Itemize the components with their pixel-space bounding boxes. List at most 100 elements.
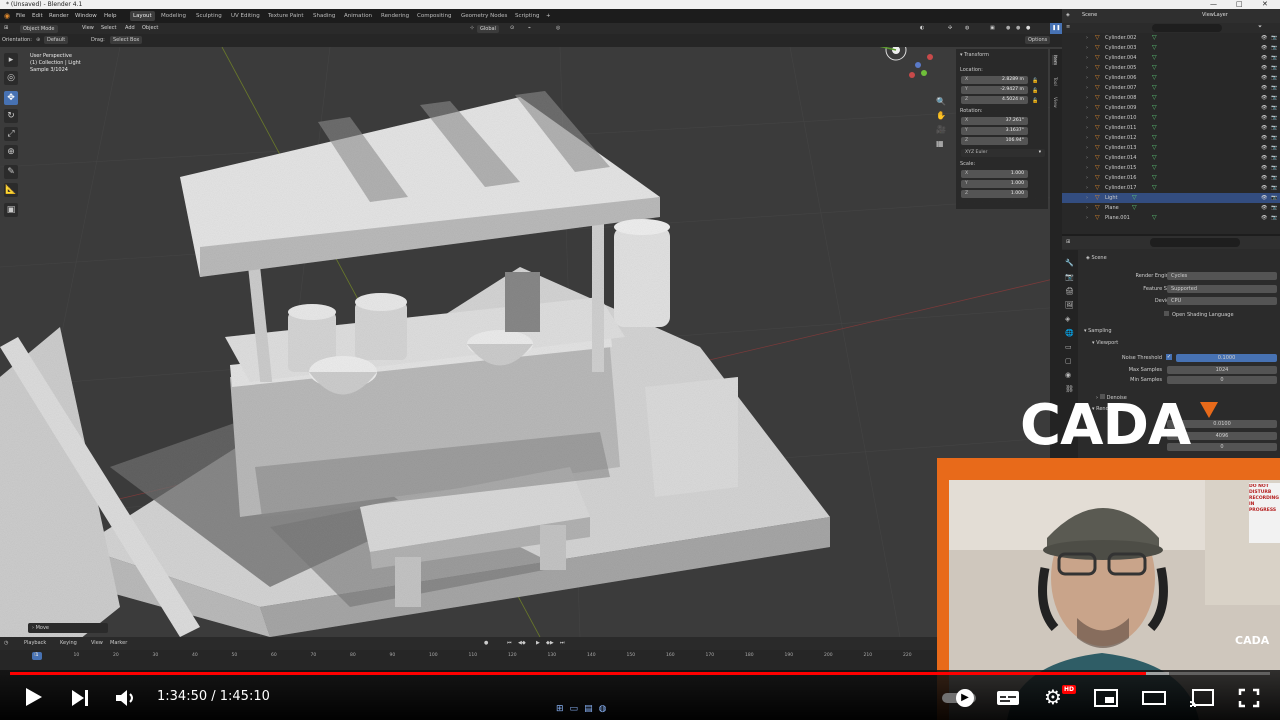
visibility-eye-icon[interactable]: 👁 xyxy=(1261,43,1267,53)
pivot-icon[interactable]: ⊙ xyxy=(510,23,514,34)
render-camera-icon[interactable]: 📷 xyxy=(1271,83,1277,93)
render-camera-icon[interactable]: 📷 xyxy=(1271,73,1277,83)
video-progress-bar[interactable] xyxy=(10,672,1270,675)
mesh-data-icon[interactable]: ▽ xyxy=(1152,73,1157,83)
outliner-row[interactable]: › ▽ Cylinder.003 ▽ 👁 📷 xyxy=(1062,43,1280,53)
collection-tab-icon[interactable]: ▭ xyxy=(1065,340,1074,354)
render-camera-icon[interactable]: 📷 xyxy=(1271,203,1277,213)
prev-keyframe-icon[interactable]: ◀◆ xyxy=(518,637,526,650)
workspace-tab-shading[interactable]: Shading xyxy=(310,11,338,21)
mesh-data-icon[interactable]: ▽ xyxy=(1152,183,1157,193)
expand-arrow-icon[interactable]: › xyxy=(1086,163,1088,173)
expand-arrow-icon[interactable]: › xyxy=(1086,133,1088,143)
noise-threshold-field[interactable]: 0.1000 xyxy=(1176,354,1277,362)
lock-icon[interactable]: 🔓 xyxy=(1032,96,1038,106)
world-tab-icon[interactable]: 🌐 xyxy=(1065,326,1074,340)
visibility-eye-icon[interactable]: 👁 xyxy=(1261,133,1267,143)
properties-search-input[interactable] xyxy=(1150,238,1240,247)
visibility-eye-icon[interactable]: 👁 xyxy=(1261,93,1267,103)
outliner-row[interactable]: › ▽ Cylinder.004 ▽ 👁 📷 xyxy=(1062,53,1280,63)
menu-view[interactable]: View xyxy=(82,23,94,34)
physics-tab-icon[interactable]: ◉ xyxy=(1065,368,1074,382)
location-z-field[interactable]: Z 4.5024 m xyxy=(961,96,1028,104)
mesh-data-icon[interactable]: ▽ xyxy=(1152,213,1157,223)
outliner-row[interactable]: › ▽ Cylinder.010 ▽ 👁 📷 xyxy=(1062,113,1280,123)
tool-tab-icon[interactable]: 🔧 xyxy=(1065,256,1074,270)
scale-x-field[interactable]: X 1.000 xyxy=(961,170,1028,178)
add-workspace-button[interactable]: + xyxy=(546,9,551,23)
camera-view-icon[interactable]: 🎥 xyxy=(936,123,946,137)
render-camera-icon[interactable]: 📷 xyxy=(1271,63,1277,73)
editor-type-icon[interactable]: ⊞ xyxy=(1066,239,1070,245)
render-camera-icon[interactable]: 📷 xyxy=(1271,93,1277,103)
menu-edit[interactable]: Edit xyxy=(32,9,43,23)
windows-start-icon[interactable]: ⊞ xyxy=(556,704,570,714)
timeline-menu-view[interactable]: View xyxy=(91,637,103,650)
record-icon[interactable]: ● xyxy=(484,637,488,650)
rotation-mode-dropdown[interactable]: XYZ Euler ▾ xyxy=(961,149,1045,157)
menu-add[interactable]: Add xyxy=(125,23,135,34)
visibility-eye-icon[interactable]: 👁 xyxy=(1261,173,1267,183)
jump-end-icon[interactable]: ⏭ xyxy=(560,637,565,650)
mesh-data-icon[interactable]: ▽ xyxy=(1152,63,1157,73)
proportional-edit-icon[interactable]: ◎ xyxy=(556,23,560,34)
outliner-row[interactable]: › ▽ Cylinder.002 ▽ 👁 📷 xyxy=(1062,33,1280,43)
subtitles-button[interactable] xyxy=(996,688,1020,708)
expand-arrow-icon[interactable]: › xyxy=(1086,213,1088,223)
render-camera-icon[interactable]: 📷 xyxy=(1271,123,1277,133)
render-camera-icon[interactable]: 📷 xyxy=(1271,103,1277,113)
next-keyframe-icon[interactable]: ◆▶ xyxy=(546,637,554,650)
filter-icon[interactable]: ⏷ xyxy=(1258,24,1262,30)
display-mode-icon[interactable]: ≡ xyxy=(1066,24,1070,30)
scene-selector[interactable]: Scene xyxy=(1082,12,1097,18)
visibility-eye-icon[interactable]: 👁 xyxy=(1261,103,1267,113)
jump-start-icon[interactable]: ⏮ xyxy=(507,637,512,650)
navigation-gizmo[interactable] xyxy=(860,47,940,97)
render-camera-icon[interactable]: 📷 xyxy=(1271,183,1277,193)
mute-button[interactable] xyxy=(114,688,136,708)
rotate-tool-icon[interactable]: ↻ xyxy=(4,109,18,123)
sidebar-tab-tool[interactable]: Tool xyxy=(1052,77,1057,86)
osl-checkbox[interactable]: Open Shading Language xyxy=(1164,311,1234,318)
expand-arrow-icon[interactable]: › xyxy=(1086,33,1088,43)
mesh-data-icon[interactable]: ▽ xyxy=(1152,163,1157,173)
expand-arrow-icon[interactable]: › xyxy=(1086,143,1088,153)
visibility-icon[interactable]: ◐ xyxy=(920,23,924,34)
workspace-tab-scripting[interactable]: Scripting xyxy=(512,11,542,21)
mode-selector[interactable]: Object Mode xyxy=(20,25,58,33)
render-camera-icon[interactable]: 📷 xyxy=(1271,33,1277,43)
play-button[interactable] xyxy=(22,686,44,708)
pause-render-icon[interactable]: ❚❚ xyxy=(1050,23,1063,34)
file-explorer-icon[interactable]: ▤ xyxy=(584,704,599,714)
transform-tool-icon[interactable]: ⊕ xyxy=(4,145,18,159)
expand-arrow-icon[interactable]: › xyxy=(1086,183,1088,193)
visibility-eye-icon[interactable]: 👁 xyxy=(1261,153,1267,163)
render-camera-icon[interactable]: 📷 xyxy=(1271,193,1277,203)
menu-file[interactable]: File xyxy=(16,9,25,23)
minimize-button[interactable]: — xyxy=(1210,0,1217,9)
scale-z-field[interactable]: Z 1.000 xyxy=(961,190,1028,198)
visibility-eye-icon[interactable]: 👁 xyxy=(1261,123,1267,133)
expand-arrow-icon[interactable]: › xyxy=(1086,63,1088,73)
expand-arrow-icon[interactable]: › xyxy=(1086,203,1088,213)
xray-icon[interactable]: ▣ xyxy=(990,23,995,34)
shading-solid-icon[interactable]: ● xyxy=(1006,23,1010,34)
mesh-data-icon[interactable]: ▽ xyxy=(1152,133,1157,143)
expand-arrow-icon[interactable]: › xyxy=(1086,193,1088,203)
mesh-data-icon[interactable]: ▽ xyxy=(1152,173,1157,183)
device-dropdown[interactable]: CPU xyxy=(1167,297,1277,305)
workspace-tab-texture-paint[interactable]: Texture Paint xyxy=(265,11,307,21)
render-tab-icon[interactable]: 📷 xyxy=(1065,270,1074,284)
outliner-row[interactable]: › ▽ Cylinder.015 ▽ 👁 📷 xyxy=(1062,163,1280,173)
workspace-tab-geometry-nodes[interactable]: Geometry Nodes xyxy=(458,11,510,21)
close-button[interactable]: ✕ xyxy=(1262,0,1268,9)
pan-hand-icon[interactable]: ✋ xyxy=(936,109,946,123)
expand-arrow-icon[interactable]: › xyxy=(1086,153,1088,163)
outliner-row[interactable]: › ▽ Cylinder.017 ▽ 👁 📷 xyxy=(1062,183,1280,193)
outliner-row[interactable]: › ▽ Cylinder.008 ▽ 👁 📷 xyxy=(1062,93,1280,103)
timeline-menu-marker[interactable]: Marker xyxy=(110,637,127,650)
outliner-row[interactable]: › ▽ Cylinder.013 ▽ 👁 📷 xyxy=(1062,143,1280,153)
expand-arrow-icon[interactable]: › xyxy=(1086,43,1088,53)
visibility-eye-icon[interactable]: 👁 xyxy=(1261,193,1267,203)
transform-section-header[interactable]: ▾ Transform xyxy=(960,52,989,58)
